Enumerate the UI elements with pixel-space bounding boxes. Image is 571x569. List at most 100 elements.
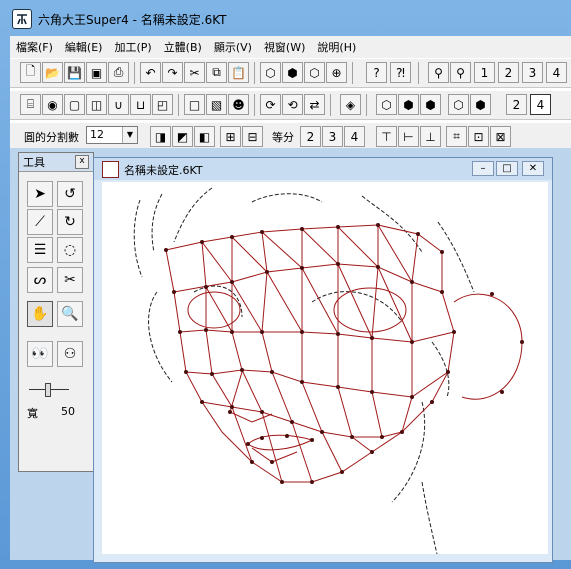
minimize-button[interactable]: – [472,161,494,176]
menu-edit[interactable]: 編輯(E) [59,39,109,55]
equal-divide-button[interactable]: 3 [322,126,343,147]
redo-icon[interactable]: ↷ [162,62,183,83]
print-icon[interactable]: ⎙ [108,62,129,83]
mirror-pose-icon[interactable]: ⟲ [282,94,303,115]
view-perspective-icon[interactable]: ⊕ [326,62,347,83]
shade-white-icon[interactable]: ⬡ [376,94,397,115]
primitive-toolbar: ⌸ ◉ ▢ ◫ ∪ ⊔ ◰ □ ▧ ☻ ⟳ ⟲ ⇄ ◈ ⬡ ⬢ ⬢ ⬡ ⬢ 2 … [10,90,571,120]
face-template-icon[interactable]: ☻ [228,94,249,115]
cube-icon[interactable]: ◰ [152,94,173,115]
lasso-icon[interactable]: ◌ [57,237,83,263]
width-slider-thumb[interactable] [45,383,51,397]
equal-divide-label: 等分 [272,131,294,144]
copy-icon[interactable]: ⧉ [206,62,227,83]
separator [330,94,331,116]
tube-icon[interactable]: ◫ [86,94,107,115]
menu-solid[interactable]: 立體(B) [158,39,208,55]
view-number-button[interactable]: 4 [546,62,567,83]
edge-bevel-icon[interactable]: ◨ [150,126,171,147]
application-frame: 六角大王Super4 - 名稱未設定.6KT 檔案(F) 編輯(E) 加工(P)… [0,0,571,569]
lines-icon[interactable]: ☰ [27,237,53,263]
view-top-icon[interactable]: ⬡ [304,62,325,83]
view-number-button[interactable]: 3 [522,62,543,83]
knife-icon[interactable]: ⟋ [27,209,53,235]
subdivision-button[interactable]: 4 [530,94,551,115]
camera-right-icon[interactable]: ⚲ [450,62,471,83]
model-canvas[interactable] [102,182,548,555]
half-tube-icon[interactable]: ∪ [108,94,129,115]
document-icon [102,161,119,178]
figures-icon[interactable]: ⚇ [57,341,83,367]
group-icon[interactable]: ⊡ [468,126,489,147]
close-icon[interactable]: x [75,155,89,169]
open-folder-icon[interactable]: 📂 [42,62,63,83]
curve-icon[interactable]: ᔕ [27,267,53,293]
division-label: 圓的分割數 [24,131,79,144]
save-icon[interactable]: 💾 [64,62,85,83]
magnifier-icon[interactable]: 🔍 [57,301,83,327]
edge-round-icon[interactable]: ◩ [172,126,193,147]
sphere-icon[interactable]: ◉ [42,94,63,115]
client-area: 檔案(F) 編輯(E) 加工(P) 立體(B) 顯示(V) 視窗(W) 說明(H… [10,36,571,563]
connect-icon[interactable]: ⌗ [446,126,467,147]
align-bottom-icon[interactable]: ⊥ [420,126,441,147]
image-frame-icon[interactable]: ▧ [206,94,227,115]
ungroup-icon[interactable]: ⊠ [490,126,511,147]
menu-window[interactable]: 視窗(W) [258,39,311,55]
cylinder-icon[interactable]: ⌸ [20,94,41,115]
hand-icon[interactable]: ✋ [27,301,53,327]
app-logo-icon[interactable] [12,9,32,29]
spin-icon[interactable]: ↻ [57,209,83,235]
eyes-icon[interactable]: 👀 [27,341,53,367]
align-top-icon[interactable]: ⊤ [376,126,397,147]
menu-process[interactable]: 加工(P) [108,39,157,55]
align-middle-icon[interactable]: ⊢ [398,126,419,147]
document-title-bar[interactable]: 名稱未設定.6KT – □ ✕ [94,158,552,180]
shade-green-icon[interactable]: ⬢ [420,94,441,115]
wire-shade-icon[interactable]: ⬡ [448,94,469,115]
wire-color-icon[interactable]: ⬢ [470,94,491,115]
divide-icon[interactable]: ⊞ [220,126,241,147]
view-front-icon[interactable]: ⬡ [260,62,281,83]
subdivision-button[interactable]: 2 [506,94,527,115]
material-icon[interactable]: ◈ [340,94,361,115]
mirror-icon[interactable]: ⟳ [260,94,281,115]
new-file-icon[interactable]: 🗋 [20,62,41,83]
box-icon[interactable]: ▢ [64,94,85,115]
menu-view[interactable]: 顯示(V) [208,39,258,55]
view-side-icon[interactable]: ⬢ [282,62,303,83]
shade-color-icon[interactable]: ⬢ [398,94,419,115]
face-mesh-drawing [133,187,524,555]
menu-help[interactable]: 說明(H) [311,39,362,55]
view-number-button[interactable]: 1 [474,62,495,83]
close-button[interactable]: ✕ [522,161,544,176]
rotate-icon[interactable]: ↺ [57,181,83,207]
maximize-button[interactable]: □ [496,161,518,176]
select-arrow-icon[interactable]: ➤ [27,181,53,207]
paste-icon[interactable]: 📋 [228,62,249,83]
edge-sharp-icon[interactable]: ◧ [194,126,215,147]
save-all-icon[interactable]: ▣ [86,62,107,83]
camera-left-icon[interactable]: ⚲ [428,62,449,83]
chevron-down-icon[interactable]: ▼ [122,127,137,143]
context-help-icon[interactable]: ⁈ [390,62,411,83]
help-icon[interactable]: ? [366,62,387,83]
scissors-icon[interactable]: ✂ [57,267,83,293]
square-icon[interactable]: □ [184,94,205,115]
main-toolbar: 🗋 📂 💾 ▣ ⎙ ↶ ↷ ✂ ⧉ 📋 ⬡ ⬢ ⬡ ⊕ ? ⁈ ⚲ ⚲ 1 2 … [10,58,571,88]
undo-icon[interactable]: ↶ [140,62,161,83]
menu-file[interactable]: 檔案(F) [10,39,59,55]
divide-alt-icon[interactable]: ⊟ [242,126,263,147]
view-number-button[interactable]: 2 [498,62,519,83]
window-title: 六角大王Super4 - 名稱未設定.6KT [38,13,227,27]
equal-divide-button[interactable]: 4 [344,126,365,147]
equal-divide-button[interactable]: 2 [300,126,321,147]
division-combo[interactable]: 12 ▼ [86,126,138,144]
separator [134,62,135,84]
palette-title-bar[interactable]: 工具 x [19,153,93,172]
separator [366,94,367,116]
cut-icon[interactable]: ✂ [184,62,205,83]
separator [418,62,419,84]
half-box-icon[interactable]: ⊔ [130,94,151,115]
mirror-both-icon[interactable]: ⇄ [304,94,325,115]
